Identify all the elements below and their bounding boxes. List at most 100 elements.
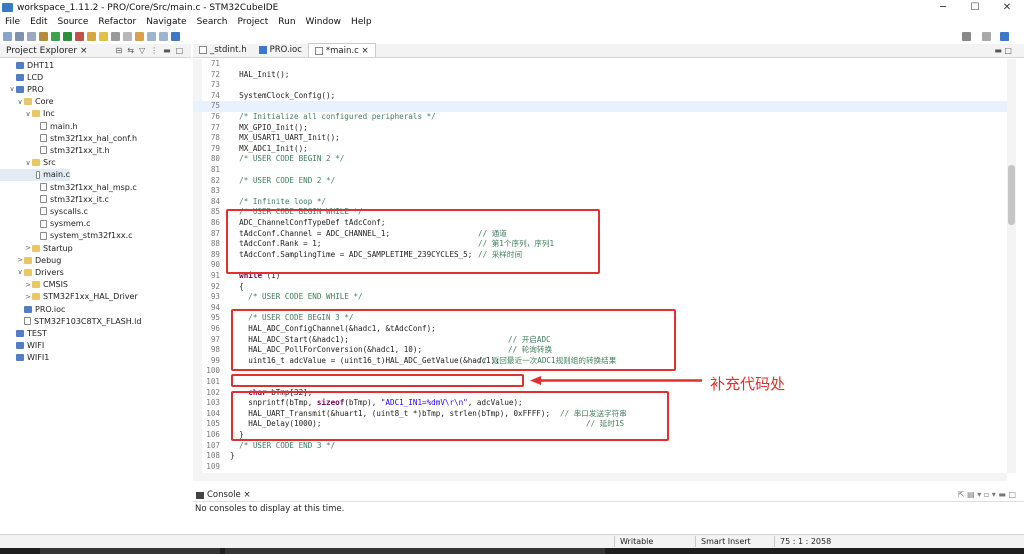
perspective-icon[interactable] [982,31,991,41]
tree-item[interactable]: > CMSIS [0,279,68,291]
back-icon[interactable] [147,31,156,41]
prev-annotation-icon[interactable] [123,31,132,41]
save-all-icon[interactable] [27,31,36,41]
tree-item[interactable]: ∨ Core [0,96,53,108]
menu-help[interactable]: Help [346,17,377,27]
menu-project[interactable]: Project [232,17,273,27]
last-edit-icon[interactable] [135,31,144,41]
expand-toggle-icon[interactable]: > [16,256,24,264]
tree-item[interactable]: ∨ Drivers [0,266,63,278]
tree-item[interactable]: system_stm32f1xx.c [0,230,133,242]
code-line[interactable]: 109 [193,462,1015,473]
expand-toggle-icon[interactable]: ∨ [16,268,24,276]
expand-toggle-icon[interactable]: > [24,293,32,301]
save-icon[interactable] [15,31,24,41]
code-line[interactable]: 76 /* Initialize all configured peripher… [193,112,1015,123]
project-explorer-tab[interactable]: Project Explorer × [6,46,88,56]
code-line[interactable]: 82 /* USER CODE END 2 */ [193,176,1015,187]
scrollbar-thumb[interactable] [1008,165,1015,225]
debug-icon[interactable] [51,31,60,41]
code-line[interactable]: 92 { [193,282,1015,293]
external-tools-icon[interactable] [75,31,84,41]
info-icon[interactable] [171,31,180,41]
tree-item[interactable]: stm32f1xx_hal_msp.c [0,181,137,193]
code-line[interactable]: 75 [193,101,1015,112]
menu-source[interactable]: Source [53,17,94,27]
close-button[interactable]: ✕ [990,0,1024,15]
maximize-button[interactable]: ☐ [958,0,992,15]
link-editor-icon[interactable]: ⇆ [127,46,134,55]
editor-horizontal-scrollbar[interactable] [193,473,1007,481]
code-line[interactable]: 77 MX_GPIO_Init(); [193,123,1015,134]
maximize-editor-icon[interactable]: ▬ □ [994,46,1012,55]
tree-item[interactable]: main.h [0,120,78,132]
tree-item[interactable]: WIFI [0,340,44,352]
tree-item[interactable]: sysmem.c [0,218,91,230]
expand-toggle-icon[interactable]: > [24,244,32,252]
menu-file[interactable]: File [0,17,25,27]
menu-search[interactable]: Search [192,17,233,27]
code-line[interactable]: 72 HAL_Init(); [193,70,1015,81]
search-icon[interactable] [962,31,971,41]
minimize-button[interactable]: ─ [926,0,960,15]
tree-item[interactable]: WIFI1 [0,352,49,364]
cube-perspective-icon[interactable] [1000,31,1009,41]
tree-item[interactable]: LCD [0,71,43,83]
code-line[interactable]: 81 [193,165,1015,176]
view-menu-icon[interactable]: ⋮ [150,46,158,55]
new-icon[interactable] [3,31,12,41]
tree-item[interactable]: PRO.ioc [0,303,65,315]
menu-edit[interactable]: Edit [25,17,52,27]
status-insert-mode[interactable]: Smart Insert [701,537,751,546]
code-line[interactable]: 84 /* Infinite loop */ [193,197,1015,208]
console-toolbar-icons[interactable]: ⇱ ▤ ▾ ▫ ▾ ▬ □ [958,490,1016,499]
menu-window[interactable]: Window [301,17,347,27]
collapse-all-icon[interactable]: ⊟ [116,46,123,55]
tree-item[interactable]: ∨ Inc [0,108,54,120]
tree-item[interactable]: TEST [0,327,47,339]
tree-item[interactable]: > Debug [0,254,61,266]
tree-item[interactable]: ∨ PRO [0,83,43,95]
forward-icon[interactable] [159,31,168,41]
tree-item[interactable]: > STM32F1xx_HAL_Driver [0,291,138,303]
open-type-icon[interactable] [87,31,96,41]
editor-vertical-scrollbar[interactable] [1007,59,1016,473]
tree-item[interactable]: stm32f1xx_it.h [0,144,110,156]
menu-refactor[interactable]: Refactor [93,17,141,27]
tree-item[interactable]: STM32F103C8TX_FLASH.ld [0,315,141,327]
code-line[interactable]: 79 MX_ADC1_Init(); [193,144,1015,155]
tree-item[interactable]: main.c [0,168,70,181]
mark-occurrences-icon[interactable] [99,31,108,41]
menu-run[interactable]: Run [273,17,300,27]
code-line[interactable]: 74 SystemClock_Config(); [193,91,1015,102]
tree-item[interactable]: syscalls.c [0,205,88,217]
editor-tab-pro-ioc[interactable]: PRO.ioc [253,43,308,57]
code-line[interactable]: 71 [193,59,1015,70]
editor-tab-main-c[interactable]: *main.c × [307,43,376,57]
code-line[interactable]: 107 /* USER CODE END 3 */ [193,441,1015,452]
code-line[interactable]: 83 [193,186,1015,197]
next-annotation-icon[interactable] [111,31,120,41]
filter-icon[interactable]: ▽ [139,46,145,55]
tree-item[interactable]: ∨ Src [0,157,55,169]
code-line[interactable]: 78 MX_USART1_UART_Init(); [193,133,1015,144]
code-line[interactable]: 80 /* USER CODE BEGIN 2 */ [193,154,1015,165]
code-line[interactable]: 108} [193,451,1015,462]
tree-item[interactable]: stm32f1xx_hal_conf.h [0,132,137,144]
expand-toggle-icon[interactable]: ∨ [24,110,32,118]
run-icon[interactable] [63,31,72,41]
build-icon[interactable] [39,31,48,41]
tree-item[interactable]: stm32f1xx_it.c [0,193,109,205]
maximize-view-icon[interactable]: □ [176,46,184,55]
tree-item[interactable]: > Startup [0,242,73,254]
console-tab[interactable]: Console × [196,490,251,500]
expand-toggle-icon[interactable]: ∨ [8,85,16,93]
editor-tab-stdint[interactable]: _stdint.h [193,43,253,57]
expand-toggle-icon[interactable]: ∨ [24,159,32,167]
expand-toggle-icon[interactable]: > [24,281,32,289]
menu-navigate[interactable]: Navigate [141,17,191,27]
expand-toggle-icon[interactable]: ∨ [16,98,24,106]
code-line[interactable]: 93 /* USER CODE END WHILE */ [193,292,1015,303]
tree-item[interactable]: DHT11 [0,59,54,71]
code-line[interactable]: 73 [193,80,1015,91]
